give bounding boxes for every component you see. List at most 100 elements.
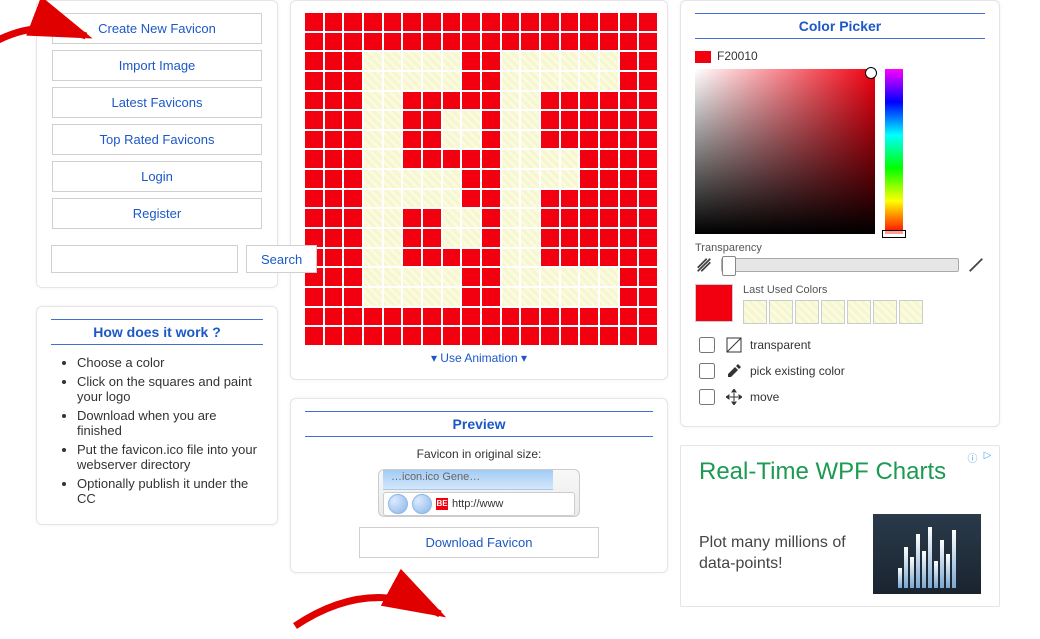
pixel-cell[interactable]	[305, 13, 323, 31]
hue-handle[interactable]	[882, 230, 906, 238]
pixel-cell[interactable]	[384, 111, 402, 129]
pixel-cell[interactable]	[541, 92, 559, 110]
pixel-cell[interactable]	[600, 150, 618, 168]
pixel-cell[interactable]	[620, 268, 638, 286]
pixel-cell[interactable]	[443, 308, 461, 326]
pixel-cell[interactable]	[443, 52, 461, 70]
pixel-cell[interactable]	[344, 229, 362, 247]
pixel-cell[interactable]	[305, 190, 323, 208]
pixel-cell[interactable]	[462, 111, 480, 129]
pixel-cell[interactable]	[325, 308, 343, 326]
pixel-cell[interactable]	[502, 150, 520, 168]
pixel-cell[interactable]	[364, 52, 382, 70]
pixel-cell[interactable]	[580, 170, 598, 188]
pixel-cell[interactable]	[462, 52, 480, 70]
pixel-cell[interactable]	[561, 229, 579, 247]
pixel-cell[interactable]	[561, 131, 579, 149]
pixel-cell[interactable]	[423, 229, 441, 247]
pixel-cell[interactable]	[502, 190, 520, 208]
pixel-cell[interactable]	[443, 229, 461, 247]
pixel-cell[interactable]	[423, 131, 441, 149]
pixel-cell[interactable]	[639, 190, 657, 208]
pixel-cell[interactable]	[561, 327, 579, 345]
pixel-cell[interactable]	[541, 72, 559, 90]
pixel-cell[interactable]	[482, 92, 500, 110]
pixel-cell[interactable]	[521, 327, 539, 345]
pixel-cell[interactable]	[521, 229, 539, 247]
pixel-cell[interactable]	[423, 150, 441, 168]
pixel-cell[interactable]	[482, 170, 500, 188]
pixel-cell[interactable]	[482, 13, 500, 31]
adchoices-icon[interactable]: ⓘ▷	[965, 450, 995, 465]
pixel-cell[interactable]	[600, 131, 618, 149]
pixel-cell[interactable]	[364, 111, 382, 129]
pixel-cell[interactable]	[580, 131, 598, 149]
pixel-cell[interactable]	[325, 111, 343, 129]
pixel-grid[interactable]	[305, 13, 657, 345]
pixel-cell[interactable]	[502, 72, 520, 90]
pixel-cell[interactable]	[502, 229, 520, 247]
pixel-cell[interactable]	[521, 131, 539, 149]
pixel-cell[interactable]	[502, 288, 520, 306]
ad-panel[interactable]: ⓘ▷ Real-Time WPF Charts Plot many millio…	[680, 445, 1000, 607]
pixel-cell[interactable]	[403, 209, 421, 227]
pixel-cell[interactable]	[620, 308, 638, 326]
pixel-cell[interactable]	[620, 150, 638, 168]
pixel-cell[interactable]	[600, 308, 618, 326]
pixel-cell[interactable]	[364, 72, 382, 90]
pixel-cell[interactable]	[482, 249, 500, 267]
pixel-cell[interactable]	[443, 33, 461, 51]
pixel-cell[interactable]	[443, 150, 461, 168]
pixel-cell[interactable]	[423, 13, 441, 31]
pixel-cell[interactable]	[384, 209, 402, 227]
pixel-cell[interactable]	[639, 170, 657, 188]
pixel-cell[interactable]	[600, 190, 618, 208]
pixel-cell[interactable]	[482, 111, 500, 129]
pixel-cell[interactable]	[443, 72, 461, 90]
pixel-cell[interactable]	[482, 268, 500, 286]
pixel-cell[interactable]	[620, 190, 638, 208]
pixel-cell[interactable]	[325, 33, 343, 51]
pixel-cell[interactable]	[305, 150, 323, 168]
pixel-cell[interactable]	[423, 308, 441, 326]
pixel-cell[interactable]	[423, 33, 441, 51]
pixel-cell[interactable]	[521, 52, 539, 70]
pixel-cell[interactable]	[344, 92, 362, 110]
pixel-cell[interactable]	[443, 209, 461, 227]
last-swatch[interactable]	[795, 300, 819, 324]
pixel-cell[interactable]	[541, 170, 559, 188]
pixel-cell[interactable]	[600, 13, 618, 31]
pixel-cell[interactable]	[325, 249, 343, 267]
pixel-cell[interactable]	[344, 72, 362, 90]
pixel-cell[interactable]	[364, 327, 382, 345]
pixel-cell[interactable]	[561, 52, 579, 70]
pixel-cell[interactable]	[325, 170, 343, 188]
pixel-cell[interactable]	[364, 33, 382, 51]
pixel-cell[interactable]	[423, 52, 441, 70]
pixel-cell[interactable]	[541, 111, 559, 129]
opt-move-checkbox[interactable]	[699, 389, 715, 405]
pixel-cell[interactable]	[443, 249, 461, 267]
pixel-cell[interactable]	[639, 229, 657, 247]
pixel-cell[interactable]	[384, 268, 402, 286]
pixel-cell[interactable]	[521, 72, 539, 90]
pixel-cell[interactable]	[403, 150, 421, 168]
pixel-cell[interactable]	[344, 209, 362, 227]
pixel-cell[interactable]	[600, 229, 618, 247]
pixel-cell[interactable]	[502, 249, 520, 267]
search-button[interactable]: Search	[246, 245, 317, 273]
pixel-cell[interactable]	[305, 288, 323, 306]
pixel-cell[interactable]	[502, 327, 520, 345]
pixel-cell[interactable]	[344, 52, 362, 70]
pixel-cell[interactable]	[325, 52, 343, 70]
pixel-cell[interactable]	[541, 308, 559, 326]
pixel-cell[interactable]	[325, 327, 343, 345]
pixel-cell[interactable]	[423, 111, 441, 129]
pixel-cell[interactable]	[502, 33, 520, 51]
transparency-thumb[interactable]	[722, 256, 736, 276]
pixel-cell[interactable]	[600, 268, 618, 286]
pixel-cell[interactable]	[600, 33, 618, 51]
pixel-cell[interactable]	[639, 131, 657, 149]
pixel-cell[interactable]	[364, 288, 382, 306]
pixel-cell[interactable]	[403, 33, 421, 51]
